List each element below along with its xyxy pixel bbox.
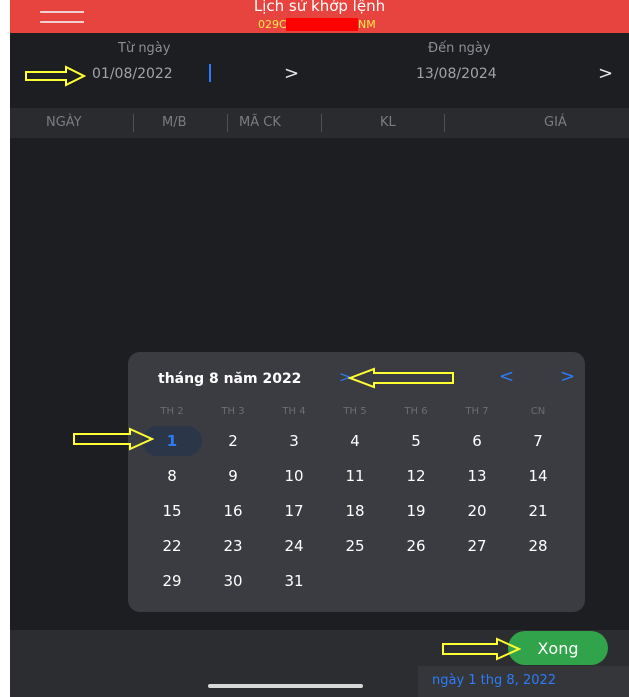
weekday-label: TH 2 (160, 406, 184, 417)
calendar-day[interactable]: 6 (456, 426, 498, 456)
selected-date-label: ngày 1 thg 8, 2022 (432, 673, 557, 688)
left-arrow-outline-icon (348, 367, 454, 389)
calendar-day[interactable]: 9 (212, 461, 254, 491)
column-header-price[interactable]: GIÁ (544, 115, 567, 130)
column-divider (321, 114, 322, 132)
weekday-label: CN (530, 406, 546, 417)
column-header-symbol[interactable]: MÃ CK (239, 115, 281, 130)
done-button[interactable]: Xong (508, 631, 608, 665)
calendar-day[interactable]: 22 (151, 531, 193, 561)
calendar-day[interactable]: 10 (273, 461, 315, 491)
calendar-day[interactable]: 31 (273, 566, 315, 596)
calendar-day[interactable]: 23 (212, 531, 254, 561)
right-arrow-outline-icon (25, 65, 86, 87)
calendar-day[interactable]: 26 (395, 531, 437, 561)
to-date-field[interactable]: 13/08/2024 (416, 66, 497, 82)
previous-month-icon[interactable]: < (499, 366, 514, 387)
right-arrow-outline-icon (442, 637, 521, 661)
weekday-label: TH 3 (221, 406, 245, 417)
calendar-day[interactable]: 27 (456, 531, 498, 561)
next-month-icon[interactable]: > (560, 366, 575, 387)
date-range-filter: Từ ngày Đến ngày 01/08/2022 > 13/08/2024… (10, 33, 629, 105)
weekday-label: TH 6 (404, 406, 428, 417)
weekday-label: TH 5 (343, 406, 367, 417)
calendar-day[interactable]: 14 (517, 461, 559, 491)
table-header: NGÀY M/B MÃ CK KL GIÁ (10, 108, 629, 138)
column-header-volume[interactable]: KL (380, 115, 396, 130)
text-cursor (209, 64, 211, 82)
month-year-title[interactable]: tháng 8 năm 2022 (158, 371, 301, 387)
calendar-day[interactable]: 8 (151, 461, 193, 491)
chevron-right-icon[interactable]: > (284, 63, 299, 84)
app-screen: Lịch sử khớp lệnh 029C NM Từ ngày Đến ng… (10, 0, 629, 697)
calendar-day[interactable]: 24 (273, 531, 315, 561)
calendar-day[interactable]: 21 (517, 496, 559, 526)
calendar-day[interactable]: 20 (456, 496, 498, 526)
calendar-day[interactable]: 17 (273, 496, 315, 526)
calendar-day[interactable]: 5 (395, 426, 437, 456)
account-number-suffix: NM (358, 18, 376, 31)
account-number-prefix: 029C (258, 18, 287, 31)
calendar-day[interactable]: 18 (334, 496, 376, 526)
calendar-day[interactable]: 1 (151, 426, 193, 456)
calendar-day[interactable]: 13 (456, 461, 498, 491)
right-arrow-outline-icon (73, 427, 154, 451)
column-header-date[interactable]: NGÀY (46, 115, 82, 130)
calendar-day[interactable]: 29 (151, 566, 193, 596)
page-title: Lịch sử khớp lệnh (253, 0, 386, 15)
calendar-day[interactable]: 3 (273, 426, 315, 456)
selected-date-bar: ngày 1 thg 8, 2022 (418, 666, 629, 697)
calendar-day[interactable]: 28 (517, 531, 559, 561)
weekday-label: TH 7 (465, 406, 489, 417)
calendar-day[interactable]: 2 (212, 426, 254, 456)
calendar-day[interactable]: 16 (212, 496, 254, 526)
weekday-label: TH 4 (282, 406, 306, 417)
calendar-day[interactable]: 4 (334, 426, 376, 456)
home-indicator[interactable] (208, 684, 363, 688)
calendar-day[interactable]: 25 (334, 531, 376, 561)
column-header-side[interactable]: M/B (162, 115, 187, 130)
calendar-day[interactable]: 19 (395, 496, 437, 526)
calendar-day[interactable]: 11 (334, 461, 376, 491)
chevron-right-icon[interactable]: > (598, 63, 613, 84)
calendar-day[interactable]: 30 (212, 566, 254, 596)
from-date-label: Từ ngày (118, 41, 171, 56)
column-divider (227, 114, 228, 132)
header-bar: Lịch sử khớp lệnh 029C NM (10, 0, 629, 33)
from-date-field[interactable]: 01/08/2022 (92, 66, 173, 82)
to-date-label: Đến ngày (428, 41, 491, 56)
calendar-day[interactable]: 12 (395, 461, 437, 491)
calendar-day[interactable]: 7 (517, 426, 559, 456)
calendar-day[interactable]: 15 (151, 496, 193, 526)
column-divider (444, 114, 445, 132)
account-redaction-mask (286, 18, 358, 31)
column-divider (133, 114, 134, 132)
date-picker-popup: tháng 8 năm 2022 > < > TH 2 TH 3 TH 4 TH… (128, 352, 585, 612)
